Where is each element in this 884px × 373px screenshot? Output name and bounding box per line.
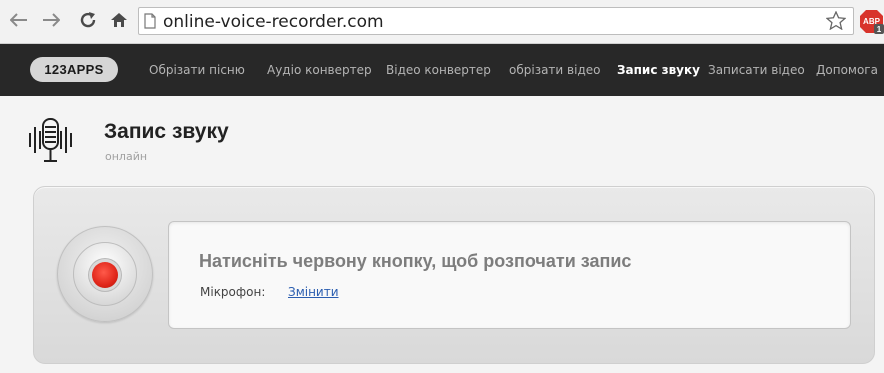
logo-123apps[interactable]: 123APPS: [30, 57, 118, 82]
microphone-icon: [28, 117, 94, 174]
nav-link-video-converter[interactable]: Відео конвертер: [386, 63, 491, 77]
record-instruction: Натисніть червону кнопку, щоб розпочати …: [199, 251, 632, 271]
nav-link-video-recorder[interactable]: Записати відео: [708, 63, 805, 77]
reload-icon[interactable]: [77, 9, 99, 31]
nav-link-help[interactable]: Допомога: [816, 63, 878, 77]
nav-link-audio-converter[interactable]: Аудіо конвертер: [267, 63, 372, 77]
star-icon[interactable]: [825, 10, 847, 35]
change-microphone-link[interactable]: Змінити: [288, 285, 339, 299]
record-dot-icon[interactable]: [92, 262, 118, 288]
address-bar[interactable]: online-voice-recorder.com: [138, 7, 854, 35]
adblock-icon[interactable]: ABP 1: [859, 9, 884, 34]
adblock-count: 1: [877, 25, 882, 34]
url-text: online-voice-recorder.com: [163, 12, 384, 32]
page-icon: [144, 13, 156, 34]
browser-toolbar: online-voice-recorder.com ABP 1: [0, 0, 884, 44]
home-icon[interactable]: [108, 9, 130, 31]
page-title: Запис звуку: [104, 120, 229, 143]
page-subtitle: онлайн: [105, 150, 148, 163]
site-navigation: 123APPS Обрізати пісню Аудіо конвертер В…: [0, 44, 884, 96]
nav-link-voice-recorder[interactable]: Запис звуку: [617, 63, 700, 77]
back-arrow-icon[interactable]: [8, 9, 30, 31]
recorder-info-box: [168, 221, 851, 329]
forward-arrow-icon[interactable]: [40, 9, 62, 31]
nav-link-cut-video[interactable]: обрізати відео: [509, 63, 600, 77]
nav-link-cut-song[interactable]: Обрізати пісню: [149, 63, 245, 77]
microphone-label: Мікрофон:: [200, 285, 266, 299]
